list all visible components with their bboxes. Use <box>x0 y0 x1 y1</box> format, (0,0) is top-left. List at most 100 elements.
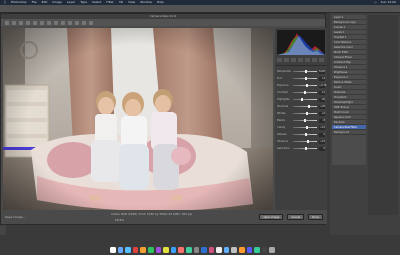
slider-thumb[interactable] <box>305 112 308 115</box>
dock-app-icon[interactable] <box>132 247 139 253</box>
tab-tone-curve-icon[interactable] <box>284 58 289 62</box>
slider-thumb[interactable] <box>306 140 309 143</box>
slider-exposure[interactable]: Exposure +0.35 <box>275 82 327 89</box>
slider-clarity[interactable]: Clarity +10 <box>275 124 327 131</box>
slider-track[interactable] <box>293 105 317 108</box>
straighten-tool-icon[interactable] <box>47 20 51 25</box>
dock-app-icon[interactable] <box>231 247 238 253</box>
slider-contrast[interactable]: Contrast -12 <box>275 89 327 96</box>
tab-split-toning-icon[interactable] <box>305 58 310 62</box>
white-balance-tool-icon[interactable] <box>19 20 23 25</box>
slider-track[interactable] <box>293 91 317 94</box>
dock-app-icon[interactable] <box>109 247 116 253</box>
done-button[interactable]: Done <box>308 214 323 220</box>
dock-app-icon[interactable] <box>239 247 245 253</box>
slider-tint[interactable]: Tint +4 <box>275 75 327 82</box>
dock-app-icon[interactable] <box>163 247 169 253</box>
transform-tool-icon[interactable] <box>54 20 58 25</box>
slider-value-field[interactable]: -12 <box>319 90 325 95</box>
slider-track[interactable] <box>293 70 317 73</box>
slider-thumb[interactable] <box>306 126 309 129</box>
graduated-filter-icon[interactable] <box>82 20 86 25</box>
targeted-adjust-icon[interactable] <box>33 20 37 25</box>
slider-vibrance[interactable]: Vibrance +15 <box>275 138 327 145</box>
slider-value-field[interactable]: +4 <box>319 76 325 81</box>
tab-detail-icon[interactable] <box>291 58 296 62</box>
color-sampler-icon[interactable] <box>26 20 30 25</box>
slider-value-field[interactable]: +28 <box>319 104 325 109</box>
dock-app-icon[interactable] <box>223 247 230 253</box>
save-image-button[interactable]: Save Image... <box>5 215 26 219</box>
preview-canvas[interactable] <box>3 28 273 223</box>
dock-app-icon[interactable] <box>269 247 276 253</box>
slider-thumb[interactable] <box>304 147 307 150</box>
slider-label: Saturation <box>277 147 291 150</box>
slider-thumb[interactable] <box>306 84 309 87</box>
dock-app-icon[interactable] <box>261 247 268 253</box>
slider-value-field[interactable]: -5 <box>319 146 325 151</box>
slider-thumb[interactable] <box>308 105 311 108</box>
dock-app-icon[interactable] <box>170 247 177 253</box>
tab-hsl-icon[interactable] <box>298 58 303 62</box>
cancel-button[interactable]: Cancel <box>287 214 305 220</box>
acr-toolbar <box>1 19 325 26</box>
slider-thumb[interactable] <box>305 70 307 73</box>
dock-app-icon[interactable] <box>125 247 131 253</box>
dock-app-icon[interactable] <box>193 247 200 253</box>
red-eye-icon[interactable] <box>68 20 72 25</box>
slider-shadows[interactable]: Shadows +28 <box>275 103 327 110</box>
slider-whites[interactable]: Whites +6 <box>275 110 327 117</box>
slider-track[interactable] <box>293 98 317 101</box>
slider-dehaze[interactable]: Dehaze 0 <box>275 131 327 138</box>
dock-app-icon[interactable] <box>185 247 192 253</box>
dock-app-icon[interactable] <box>147 247 154 253</box>
dock-app-icon[interactable] <box>201 247 207 253</box>
slider-track[interactable] <box>293 126 317 129</box>
slider-saturation[interactable]: Saturation -5 <box>275 145 327 152</box>
slider-temperature[interactable]: Temperature 5200 <box>275 68 327 75</box>
tab-effects-icon[interactable] <box>319 58 324 62</box>
slider-track[interactable] <box>293 84 317 87</box>
zoom-tool-icon[interactable] <box>5 20 9 25</box>
spot-removal-icon[interactable] <box>61 20 65 25</box>
slider-track[interactable] <box>293 140 317 143</box>
dock-app-icon[interactable] <box>254 247 260 253</box>
layer-item[interactable]: Background <box>332 130 366 135</box>
slider-value-field[interactable]: -40 <box>319 97 325 102</box>
slider-thumb[interactable] <box>305 133 307 136</box>
dock-app-icon[interactable] <box>117 247 124 253</box>
radial-filter-icon[interactable] <box>89 20 93 25</box>
slider-value-field[interactable]: +15 <box>319 139 325 144</box>
slider-track[interactable] <box>293 133 317 136</box>
hand-tool-icon[interactable] <box>12 20 16 25</box>
dock-app-icon[interactable] <box>155 247 162 253</box>
slider-thumb[interactable] <box>305 77 308 80</box>
open-image-button[interactable]: Open Image <box>259 214 284 220</box>
slider-thumb[interactable] <box>303 91 306 94</box>
workflow-options-link[interactable]: Adobe RGB (1998); 8 bit; 5760 by 3840 (2… <box>111 212 192 216</box>
slider-thumb[interactable] <box>304 119 307 122</box>
slider-highlights[interactable]: Highlights -40 <box>275 96 327 103</box>
slider-thumb[interactable] <box>301 98 304 101</box>
slider-track[interactable] <box>293 112 317 115</box>
slider-value-field[interactable]: +0.35 <box>319 83 326 88</box>
slider-track[interactable] <box>293 147 317 150</box>
dock-app-icon[interactable] <box>178 247 184 253</box>
adjustment-brush-icon[interactable] <box>75 20 79 25</box>
tab-basic-icon[interactable] <box>277 58 282 62</box>
slider-value-field[interactable]: 5200 <box>319 69 325 74</box>
slider-value-field[interactable]: +6 <box>319 111 325 116</box>
tab-lens-icon[interactable] <box>312 58 317 62</box>
slider-track[interactable] <box>293 119 317 122</box>
dock-app-icon[interactable] <box>208 247 215 253</box>
dock-app-icon[interactable] <box>246 247 253 253</box>
dock-app-icon[interactable] <box>216 247 222 253</box>
slider-value-field[interactable]: -8 <box>319 118 325 123</box>
slider-value-field[interactable]: +10 <box>319 125 325 130</box>
slider-blacks[interactable]: Blacks -8 <box>275 117 327 124</box>
slider-track[interactable] <box>293 77 317 80</box>
crop-tool-icon[interactable] <box>40 20 44 25</box>
zoom-level[interactable]: 19.2% <box>115 218 124 222</box>
dock-app-icon[interactable] <box>140 247 146 253</box>
slider-value-field[interactable]: 0 <box>319 132 325 137</box>
